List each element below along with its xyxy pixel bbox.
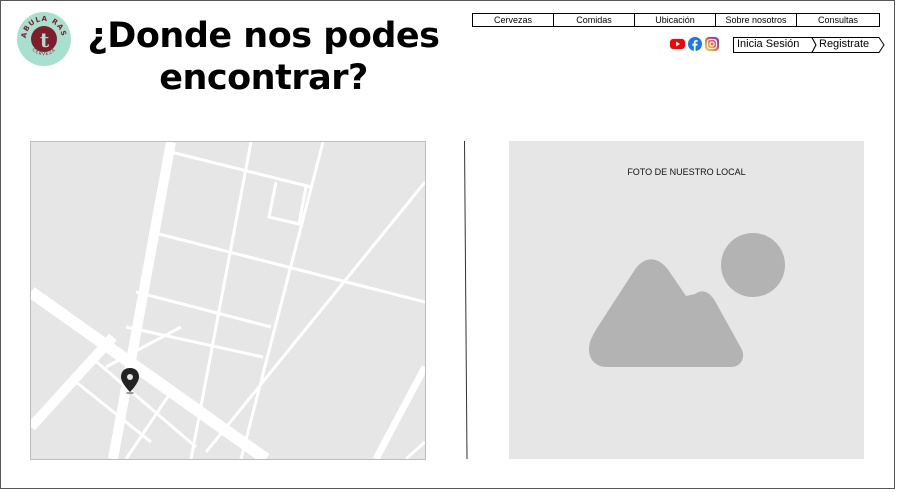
auth-buttons: Inicia Sesión Registrate xyxy=(733,37,885,53)
nav-item-comidas[interactable]: Comidas xyxy=(553,13,635,27)
page-frame: t TABULA RASA CERVEZA ¿Donde nos podes e… xyxy=(0,0,895,489)
nav-item-ubicacion[interactable]: Ubicación xyxy=(634,13,716,27)
local-photo-placeholder: FOTO DE NUESTRO LOCAL xyxy=(509,141,864,459)
social-links xyxy=(670,37,719,51)
image-placeholder-icon xyxy=(589,233,785,367)
nav-item-sobre-nosotros[interactable]: Sobre nosotros xyxy=(715,13,797,27)
page-title: ¿Donde nos podes encontrar? xyxy=(87,16,441,98)
main-nav: Cervezas Comidas Ubicación Sobre nosotro… xyxy=(472,13,880,27)
nav-item-cervezas[interactable]: Cervezas xyxy=(472,13,554,27)
svg-text:t: t xyxy=(40,28,50,52)
nav-item-consultas[interactable]: Consultas xyxy=(796,13,880,27)
location-map[interactable] xyxy=(30,141,426,460)
youtube-icon[interactable] xyxy=(670,37,685,51)
register-button[interactable]: Registrate xyxy=(819,38,869,51)
vertical-divider xyxy=(464,141,468,459)
instagram-icon[interactable] xyxy=(705,37,719,51)
facebook-icon[interactable] xyxy=(688,37,702,51)
brand-logo[interactable]: t TABULA RASA CERVEZA xyxy=(13,5,72,67)
login-button[interactable]: Inicia Sesión xyxy=(737,38,799,51)
